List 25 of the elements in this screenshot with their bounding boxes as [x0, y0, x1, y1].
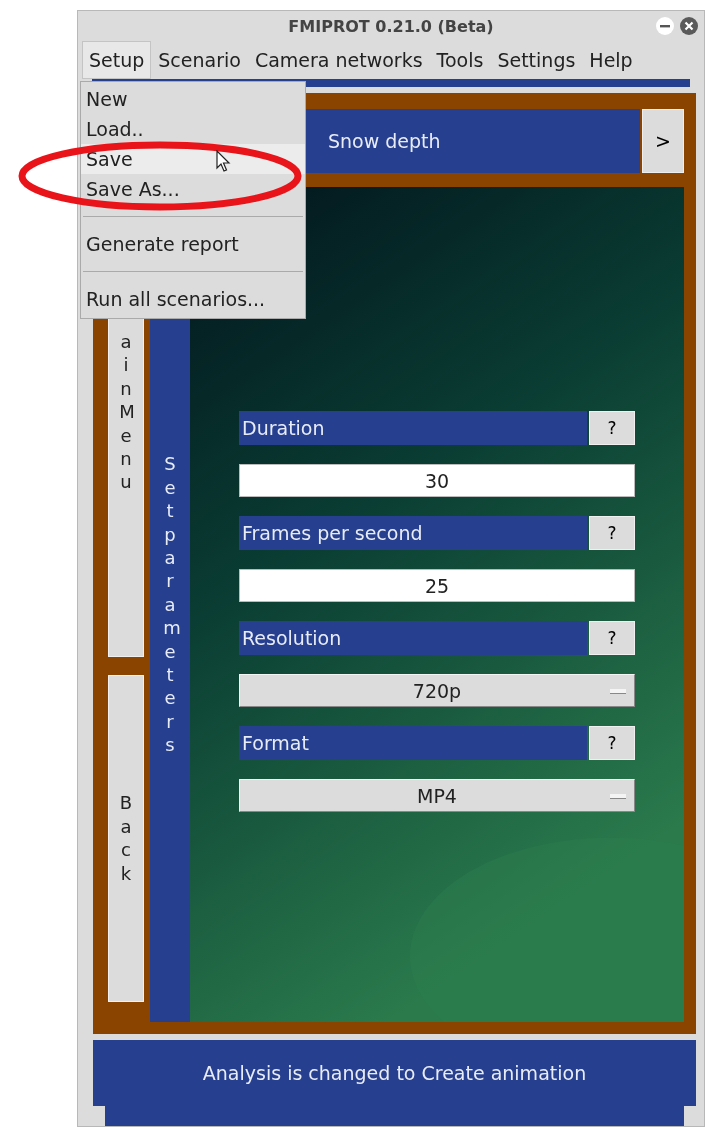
help-button[interactable]: ? [589, 516, 635, 550]
menu-item[interactable]: Tools [429, 41, 491, 79]
parameter-label: Format [239, 726, 587, 760]
dropdown[interactable]: 720p [239, 674, 635, 707]
minimize-icon[interactable] [656, 17, 674, 35]
parameter-label: Frames per second [239, 516, 587, 550]
input-field[interactable]: 30 [239, 464, 635, 497]
menu-item[interactable]: Scenario [151, 41, 248, 79]
menu-item[interactable]: Camera networks [247, 41, 430, 79]
cursor-icon [216, 150, 232, 174]
close-icon[interactable] [680, 17, 698, 35]
menu-item[interactable]: Settings [490, 41, 583, 79]
menu-item[interactable]: Setup [82, 41, 152, 79]
parameter-label: Duration [239, 411, 587, 445]
help-button[interactable]: ? [589, 726, 635, 760]
window-title: FMIPROT 0.21.0 (Beta) [288, 16, 494, 36]
status-bar: Analysis is changed to Create animation [93, 1040, 696, 1106]
dropdown[interactable]: MP4 [239, 779, 635, 812]
side-button[interactable]: Back [108, 674, 144, 1002]
parameter-label: Resolution [239, 621, 587, 655]
menu-item[interactable]: Help [582, 41, 640, 79]
next-button[interactable]: > [642, 109, 684, 173]
help-button[interactable]: ? [589, 621, 635, 655]
help-button[interactable]: ? [589, 411, 635, 445]
input-field[interactable]: 25 [239, 569, 635, 602]
